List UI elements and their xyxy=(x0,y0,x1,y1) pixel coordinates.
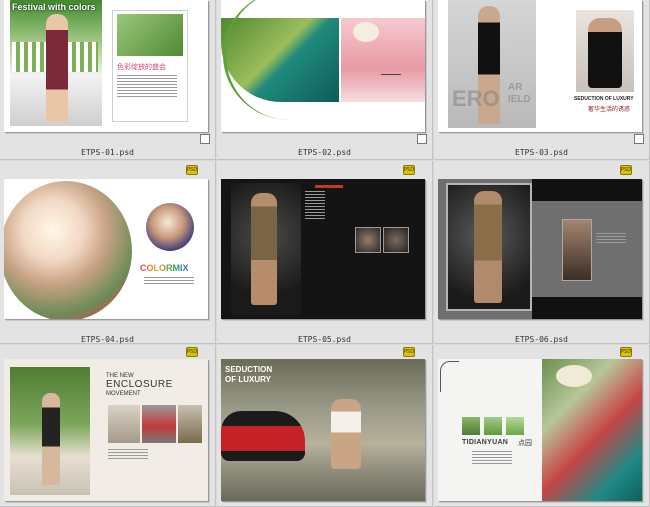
title-line-1: SEDUCTION xyxy=(225,365,273,374)
photo-circle-large xyxy=(4,181,132,319)
file-tile-3[interactable]: ERO AR IELD SEDUCTION OF LUXURY 奢华生活的诱惑 … xyxy=(434,0,650,160)
square-photo-1 xyxy=(462,417,480,435)
photo-circle-small xyxy=(146,203,194,251)
file-name: ETPS-06.psd xyxy=(515,335,568,344)
black-band-bottom xyxy=(532,297,642,319)
select-checkbox[interactable] xyxy=(200,134,210,144)
psd-badge-icon: PSD xyxy=(186,165,198,175)
big-letters-3: IELD xyxy=(508,94,531,105)
inset-photo xyxy=(562,219,592,281)
body-text-lines xyxy=(108,449,148,461)
file-tile-5[interactable]: PSD ETPS-05.psd xyxy=(217,161,433,344)
big-letters: ERO xyxy=(452,86,500,111)
caption-cn: 奢华生活的诱惑 xyxy=(588,107,631,113)
body-text-lines xyxy=(305,191,325,221)
thumbnail-6[interactable] xyxy=(438,179,642,319)
brand-name: TIDIANYUAN xyxy=(462,439,509,446)
body-text-lines xyxy=(117,75,177,99)
psd-badge-icon: PSD xyxy=(403,165,415,175)
sitting-model xyxy=(331,399,361,469)
file-tile-4[interactable]: PSD COLORMIX ETPS-04.psd xyxy=(0,161,216,344)
floral-sketch xyxy=(440,361,459,392)
signature-mark xyxy=(381,70,401,75)
inset-photo-2 xyxy=(383,227,409,253)
brand-name-cn: 点园 xyxy=(518,440,532,447)
psd-badge-icon: PSD xyxy=(620,347,632,357)
black-band-top xyxy=(532,179,642,201)
file-tile-2[interactable]: ETPS-02.psd xyxy=(217,0,433,160)
model-figure xyxy=(42,393,60,485)
inset-photo-2 xyxy=(142,405,176,443)
file-tile-9[interactable]: PSD TIDIANYUAN 点园 xyxy=(434,345,650,507)
body-text-lines xyxy=(472,451,512,466)
select-checkbox[interactable] xyxy=(417,134,427,144)
file-name: ETPS-05.psd xyxy=(298,335,351,344)
heading-enclosure: ENCLOSURE xyxy=(106,379,173,390)
title-line-2: OF LUXURY xyxy=(225,375,271,384)
thumbnail-3[interactable]: ERO AR IELD SEDUCTION OF LUXURY 奢华生活的诱惑 xyxy=(438,0,642,132)
girl-figure xyxy=(46,14,68,122)
square-photo-3 xyxy=(506,417,524,435)
caption: SEDUCTION OF LUXURY xyxy=(574,96,634,102)
psd-badge-icon: PSD xyxy=(403,347,415,357)
thumbnail-1[interactable]: Festival with colors 色彩绽放的盛会 xyxy=(4,0,208,132)
file-tile-1[interactable]: Festival with colors 色彩绽放的盛会 ETPS-01.psd xyxy=(0,0,216,160)
inset-photo-1 xyxy=(108,405,140,443)
page-title: Festival with colors xyxy=(12,2,96,12)
thumbnail-5[interactable] xyxy=(221,179,425,319)
hat-shape xyxy=(556,365,592,387)
body-text-lines xyxy=(144,277,194,286)
thumbnail-8[interactable]: SEDUCTION OF LUXURY xyxy=(221,359,425,501)
thumbnail-4[interactable]: COLORMIX xyxy=(4,179,208,319)
thumbnail-2[interactable] xyxy=(221,0,425,132)
heading-movement: MOVEMENT xyxy=(106,391,141,397)
file-name: ETPS-04.psd xyxy=(81,335,134,344)
psd-badge-icon: PSD xyxy=(620,165,632,175)
file-name: ETPS-01.psd xyxy=(81,148,134,157)
file-tile-8[interactable]: PSD SEDUCTION OF LUXURY xyxy=(217,345,433,507)
file-tile-7[interactable]: PSD THE NEW ENCLOSURE MOVEMENT xyxy=(0,345,216,507)
body-text-lines xyxy=(596,233,626,245)
chinese-headline: 色彩绽放的盛会 xyxy=(117,64,166,71)
red-car xyxy=(221,411,305,461)
seated-figure xyxy=(588,18,622,88)
inset-photo-3 xyxy=(178,405,202,443)
big-letters-2: AR xyxy=(508,82,523,93)
colormix-title: COLORMIX xyxy=(140,263,189,273)
thumbnail-9[interactable]: TIDIANYUAN 点园 xyxy=(438,359,642,501)
thumbnail-7[interactable]: THE NEW ENCLOSURE MOVEMENT xyxy=(4,359,208,501)
inset-photo xyxy=(117,14,183,56)
square-photo-2 xyxy=(484,417,502,435)
select-checkbox[interactable] xyxy=(634,134,644,144)
model-figure xyxy=(474,191,502,303)
green-arc xyxy=(223,0,356,120)
file-tile-6[interactable]: PSD ETPS-06.psd xyxy=(434,161,650,344)
inset-photo-1 xyxy=(355,227,381,253)
psd-badge-icon: PSD xyxy=(186,347,198,357)
hat-figure xyxy=(353,22,379,42)
thumbnail-grid: Festival with colors 色彩绽放的盛会 ETPS-01.psd… xyxy=(0,0,650,507)
file-name: ETPS-03.psd xyxy=(515,148,568,157)
model-figure xyxy=(251,193,277,305)
file-name: ETPS-02.psd xyxy=(298,148,351,157)
red-heading-mark xyxy=(315,185,343,188)
